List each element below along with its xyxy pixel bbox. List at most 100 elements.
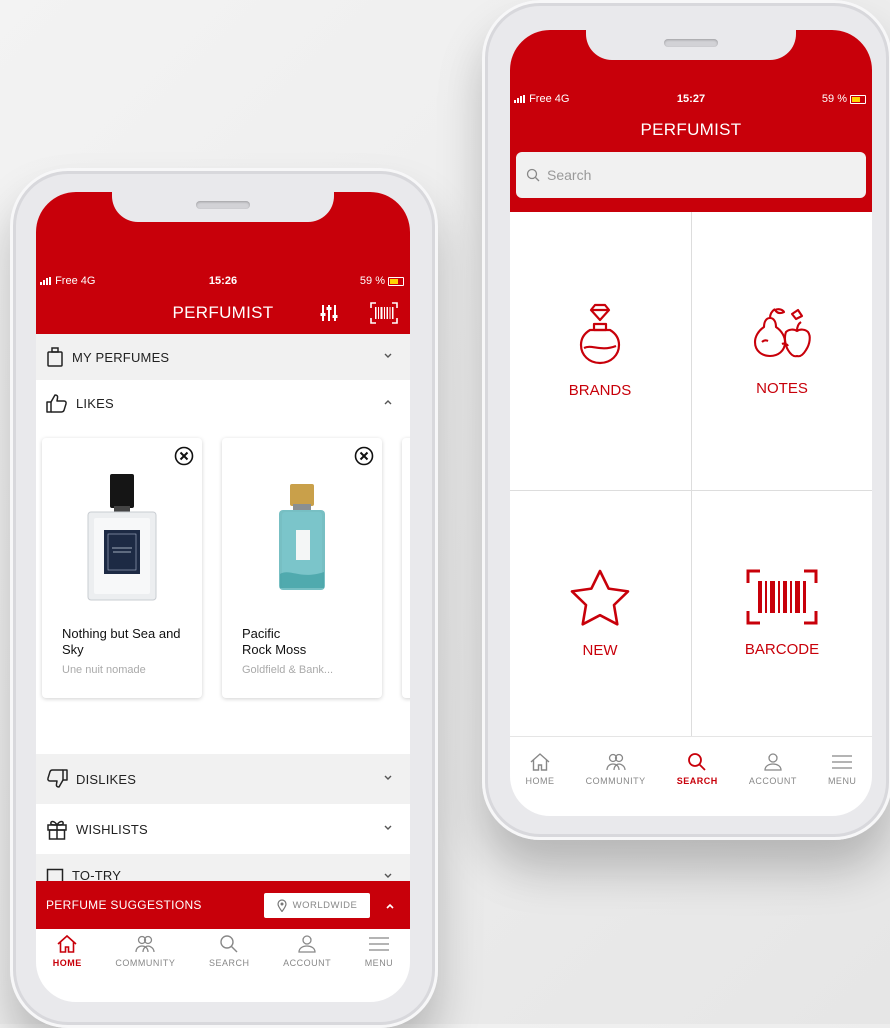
nav-search[interactable]: SEARCH	[677, 752, 718, 786]
search-icon	[688, 753, 706, 771]
perfume-card[interactable]: Pacific Rock Moss Goldfield & Bank...	[222, 438, 382, 698]
tile-label: BARCODE	[744, 641, 820, 658]
tile-label: NOTES	[756, 379, 808, 397]
nav-label: HOME	[52, 958, 82, 968]
chevron-up-icon[interactable]	[384, 900, 396, 912]
section-dislikes[interactable]: DISLIKES	[36, 754, 410, 804]
bottom-nav: HOME COMMUNITY SEARCH ACCOUNT MENU	[510, 752, 872, 786]
location-selector[interactable]: WORLDWIDE	[264, 893, 370, 918]
nav-label: ACCOUNT	[283, 958, 332, 968]
status-bar: Free 4G 15:26 59 %	[36, 272, 410, 292]
section-label: DISLIKES	[76, 771, 137, 787]
community-icon	[135, 935, 156, 953]
battery-percent: 59 %	[821, 93, 847, 105]
perfume-brand: Une nuit nomade	[62, 664, 146, 676]
tile-barcode[interactable]: BARCODE	[692, 491, 872, 736]
filter-sliders-icon[interactable]	[319, 303, 339, 323]
nav-label: MENU	[364, 958, 394, 968]
app-title: PERFUMIST	[172, 303, 274, 322]
nav-community[interactable]: COMMUNITY	[586, 752, 646, 786]
section-likes[interactable]: LIKES	[36, 380, 410, 426]
battery-icon	[850, 94, 866, 104]
battery-percent: 59 %	[359, 275, 385, 287]
right-phone-screen: Free 4G 15:27 59 % PERFUMIST Search BRAN…	[510, 30, 872, 816]
chevron-down-icon	[384, 825, 392, 830]
battery-status: 59 %	[822, 93, 866, 105]
account-icon	[298, 935, 316, 953]
location-text: WORLDWIDE	[292, 900, 358, 911]
nav-label: COMMUNITY	[115, 958, 176, 968]
barcode-icon[interactable]	[370, 302, 398, 324]
chevron-up-icon	[384, 400, 392, 405]
status-bar: Free 4G 15:27 59 %	[510, 90, 872, 110]
perfume-name-line: Rock Moss	[242, 642, 307, 657]
left-phone-screen: Free 4G 15:26 59 % PERFUMIST MY PERFUMES…	[36, 192, 410, 1002]
chevron-down-icon	[384, 353, 392, 358]
nav-community[interactable]: COMMUNITY	[115, 934, 175, 968]
section-my-perfumes[interactable]: MY PERFUMES	[36, 334, 410, 380]
status-time: 15:26	[208, 275, 238, 287]
nav-label: COMMUNITY	[585, 776, 646, 786]
home-icon	[57, 934, 77, 953]
left-phone-frame: Free 4G 15:26 59 % PERFUMIST MY PERFUMES…	[10, 168, 438, 1028]
tile-label: NEW	[582, 642, 618, 659]
speaker-grille	[664, 39, 718, 47]
right-phone-frame: Free 4G 15:27 59 % PERFUMIST Search BRAN…	[482, 0, 890, 840]
nav-label: HOME	[525, 776, 555, 786]
barcode-icon	[746, 569, 818, 625]
perfume-card[interactable]: Nothing but Sea and Sky Une nuit nomade	[42, 438, 202, 698]
star-icon	[570, 569, 630, 626]
perfume-bottle-image	[279, 484, 325, 590]
nav-search[interactable]: SEARCH	[209, 934, 250, 968]
section-wishlists[interactable]: WISHLISTS	[36, 804, 410, 854]
battery-icon	[388, 276, 404, 286]
search-icon	[220, 935, 238, 953]
perfume-bottle-image	[87, 474, 157, 601]
perfume-bottle-icon	[47, 347, 63, 367]
app-title: PERFUMIST	[640, 120, 742, 139]
tile-label: BRANDS	[568, 381, 632, 399]
nav-label: ACCOUNT	[748, 776, 797, 786]
bottom-nav: HOME COMMUNITY SEARCH ACCOUNT MENU	[36, 934, 410, 968]
section-label: WISHLISTS	[76, 821, 148, 837]
nav-label: SEARCH	[208, 958, 250, 968]
status-time: 15:27	[676, 93, 706, 105]
phone-notch	[586, 30, 796, 60]
search-category-grid: BRANDS NOTES NEW BARCODE	[510, 212, 872, 736]
nav-label: MENU	[827, 776, 857, 786]
section-label: LIKES	[76, 395, 114, 411]
perfume-name: Nothing but Sea and Sky	[62, 626, 181, 657]
perfume-suggestions-bar[interactable]: PERFUME SUGGESTIONS WORLDWIDE	[36, 881, 410, 929]
remove-circle-icon[interactable]	[354, 446, 374, 466]
nav-menu[interactable]: MENU	[828, 752, 857, 786]
tile-new[interactable]: NEW	[510, 491, 690, 736]
thumbs-up-icon	[46, 394, 67, 413]
thumbs-down-icon	[47, 769, 68, 788]
search-input[interactable]: Search	[547, 167, 591, 183]
search-bar[interactable]: Search	[516, 152, 866, 198]
tile-brands[interactable]: BRANDS	[510, 212, 690, 488]
chevron-down-icon	[384, 775, 392, 780]
perfume-name: Pacific Rock Moss	[242, 626, 377, 658]
menu-icon	[832, 755, 853, 769]
remove-circle-icon[interactable]	[174, 446, 194, 466]
perfume-brand: Goldfield & Bank...	[242, 664, 334, 676]
nav-home[interactable]: HOME	[53, 934, 82, 968]
perfume-card-partial[interactable]	[402, 438, 410, 698]
nav-account[interactable]: ACCOUNT	[749, 752, 797, 786]
perfume-bottle-diamond-icon	[579, 303, 621, 364]
speaker-grille	[196, 201, 250, 209]
tile-notes[interactable]: NOTES	[692, 212, 872, 488]
menu-icon	[368, 937, 389, 951]
location-pin-icon	[277, 899, 287, 912]
account-icon	[764, 753, 782, 771]
nav-menu[interactable]: MENU	[365, 934, 394, 968]
nav-account[interactable]: ACCOUNT	[283, 934, 331, 968]
nav-home[interactable]: HOME	[526, 752, 555, 786]
search-icon	[526, 168, 540, 182]
fruits-icon	[753, 307, 811, 357]
suggestions-label: PERFUME SUGGESTIONS	[46, 898, 202, 912]
gift-icon	[47, 820, 67, 840]
section-label: MY PERFUMES	[72, 349, 170, 365]
nav-divider	[510, 736, 872, 737]
